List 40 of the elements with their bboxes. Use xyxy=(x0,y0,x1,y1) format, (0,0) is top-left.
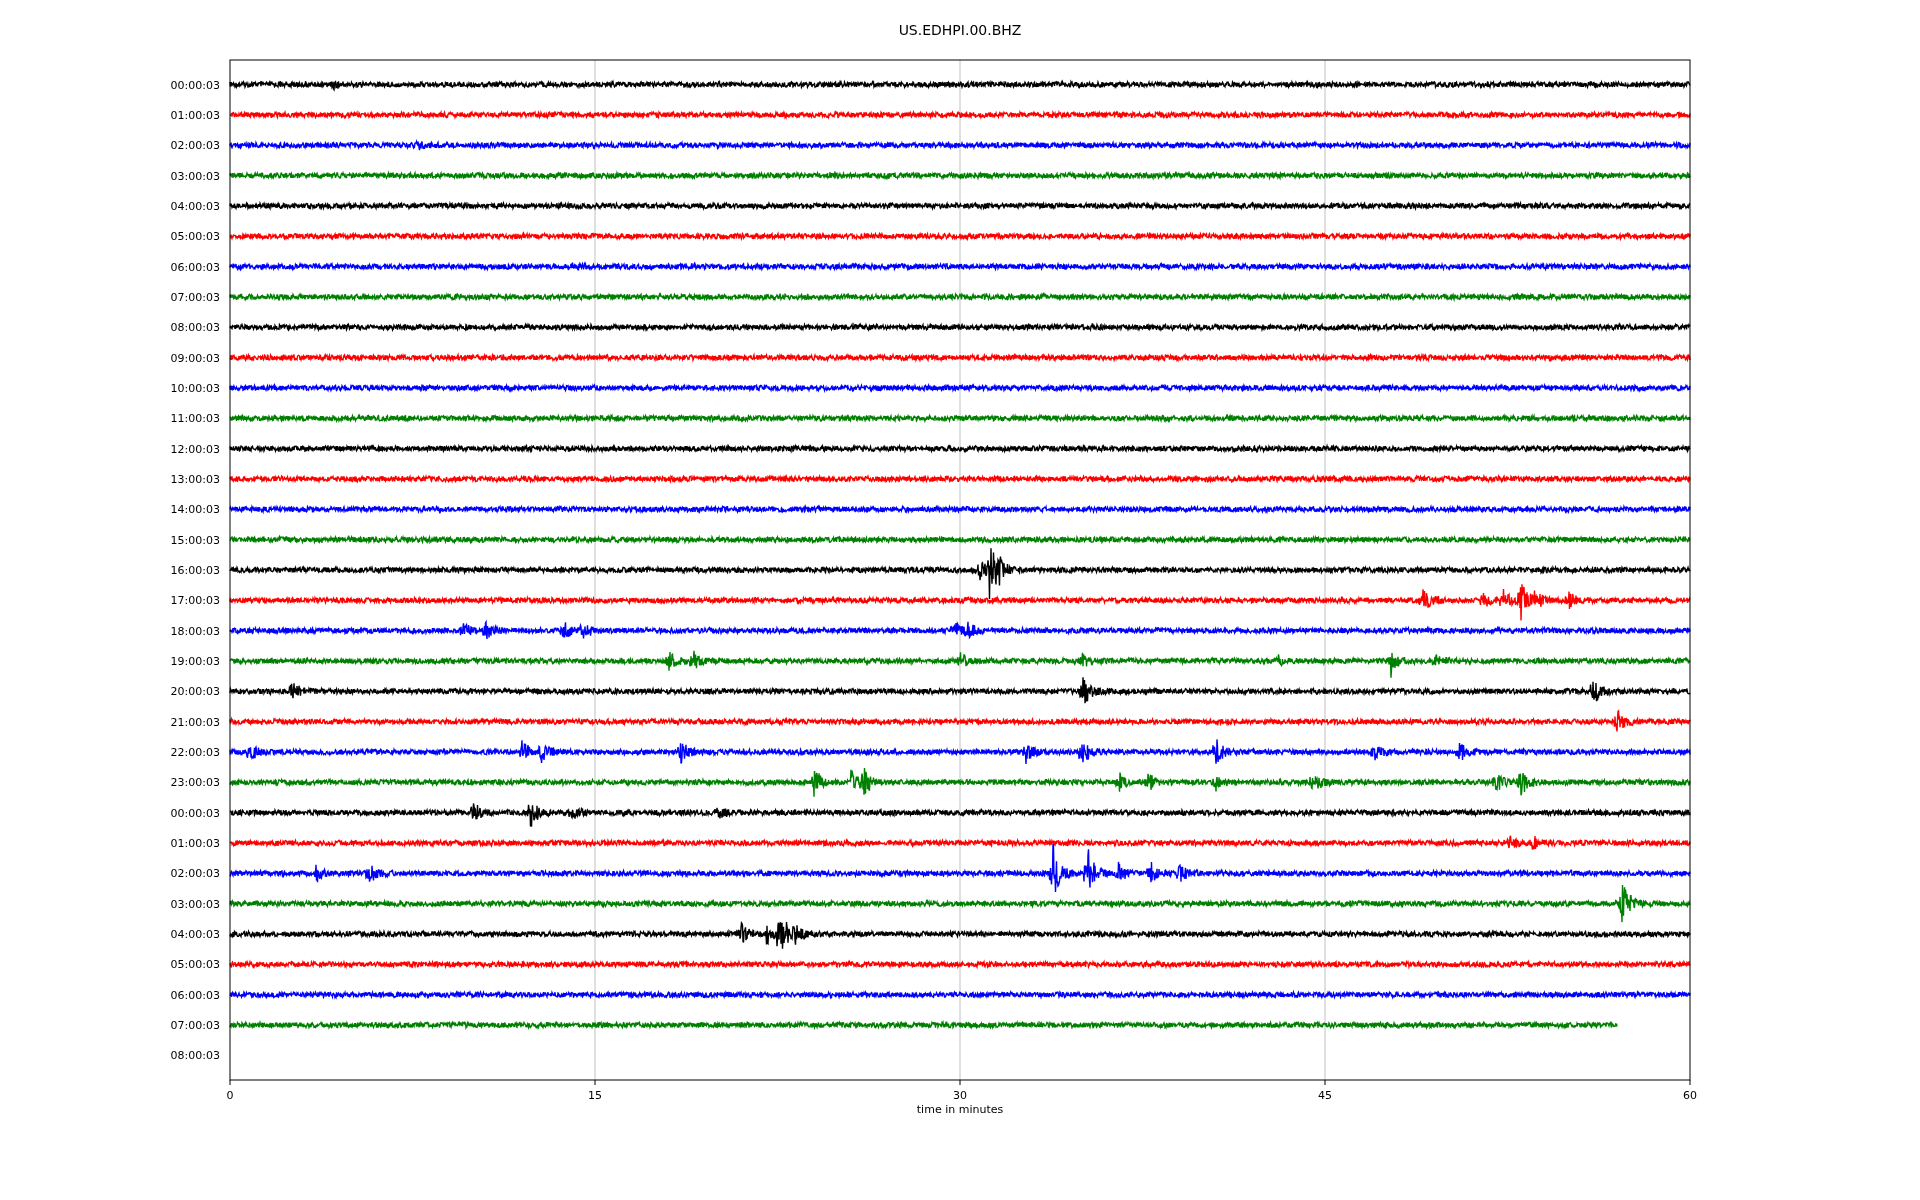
time-label: 12:00:03 xyxy=(170,442,220,456)
time-label: 20:00:03 xyxy=(170,685,220,699)
time-label: 00:00:03 xyxy=(170,806,220,820)
time-label: 08:00:03 xyxy=(170,1049,220,1063)
time-label: 23:00:03 xyxy=(170,776,220,790)
time-label: 04:00:03 xyxy=(170,199,220,213)
time-label: 01:00:03 xyxy=(170,108,220,122)
time-label: 06:00:03 xyxy=(170,260,220,274)
tick-label: 0 xyxy=(226,1089,234,1102)
time-label: 14:00:03 xyxy=(170,503,220,517)
time-label: 09:00:03 xyxy=(170,351,220,365)
axis-label: time in minutes xyxy=(916,1103,1004,1116)
time-label: 08:00:03 xyxy=(170,321,220,335)
time-label: 18:00:03 xyxy=(170,624,220,638)
time-label: 19:00:03 xyxy=(170,654,220,668)
time-label: 02:00:03 xyxy=(170,139,220,153)
time-label: 03:00:03 xyxy=(170,169,220,183)
tick-label: 30 xyxy=(953,1089,967,1102)
time-label: 06:00:03 xyxy=(170,988,220,1002)
tick-label: 45 xyxy=(1318,1089,1332,1102)
chart-title: US.EDHPI.00.BHZ xyxy=(898,22,1022,38)
time-label: 15:00:03 xyxy=(170,533,220,547)
tick-label: 15 xyxy=(588,1089,602,1102)
time-label: 02:00:03 xyxy=(170,867,220,881)
time-label: 05:00:03 xyxy=(170,958,220,972)
time-label: 22:00:03 xyxy=(170,746,220,759)
time-label: 07:00:03 xyxy=(170,1019,220,1033)
time-label: 17:00:03 xyxy=(170,594,220,608)
time-label: 11:00:03 xyxy=(170,412,220,426)
time-label: 21:00:03 xyxy=(170,715,220,729)
time-label: 05:00:03 xyxy=(170,230,220,244)
time-label: 00:00:03 xyxy=(170,78,220,92)
time-label: 13:00:03 xyxy=(170,472,220,486)
time-label: 16:00:03 xyxy=(170,563,220,577)
tick-label: 60 xyxy=(1683,1089,1697,1102)
time-label: 03:00:03 xyxy=(170,897,220,911)
time-label: 10:00:03 xyxy=(170,381,220,395)
time-label: 01:00:03 xyxy=(170,837,220,850)
time-label: 04:00:03 xyxy=(170,928,220,941)
time-label: 07:00:03 xyxy=(170,290,220,304)
